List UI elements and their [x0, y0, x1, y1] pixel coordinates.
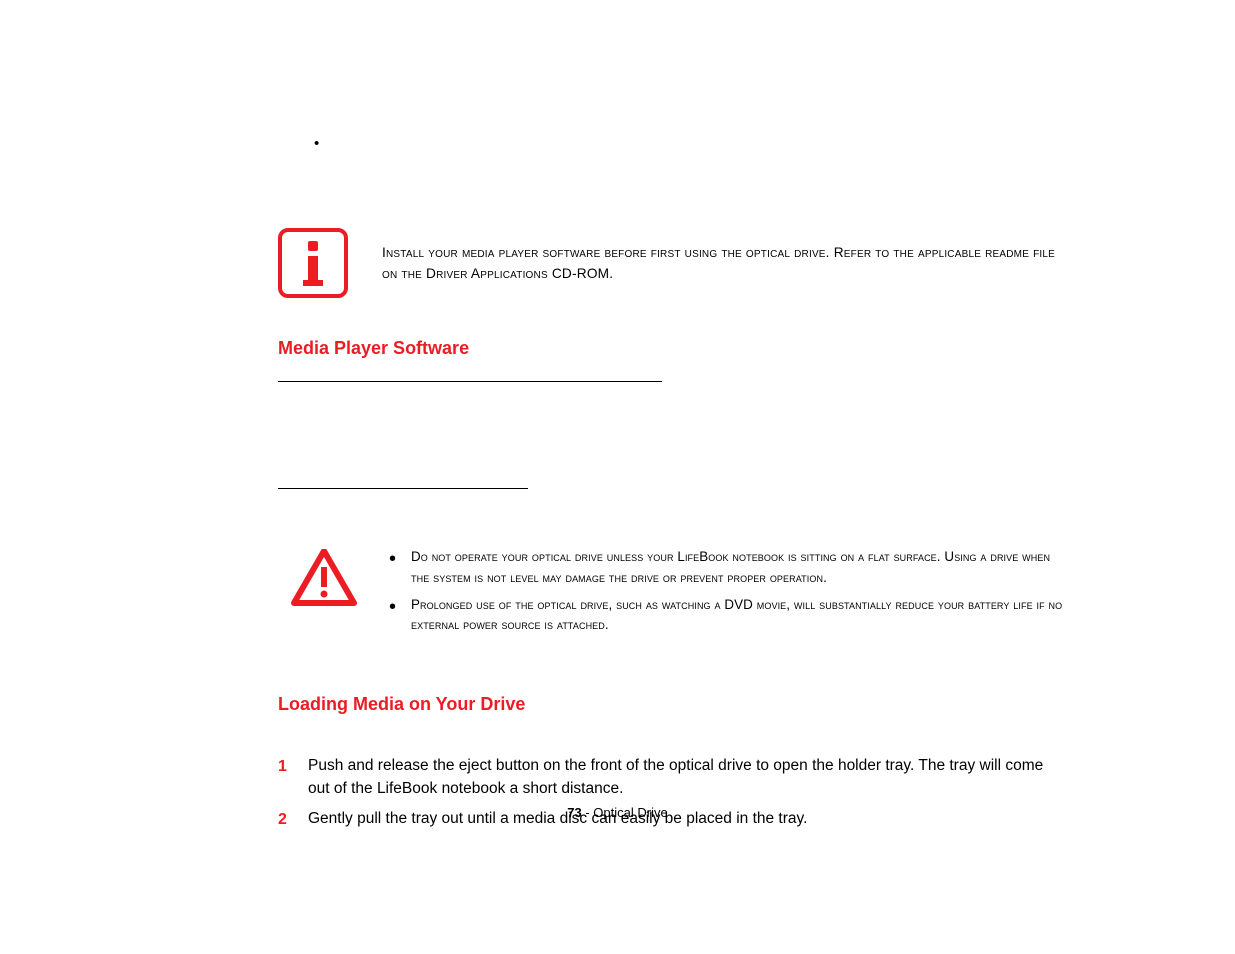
footer-section-title: Optical Drive	[593, 805, 667, 820]
warning-callout: Do not operate your optical drive unless…	[278, 547, 1068, 642]
warning-icon	[291, 549, 357, 607]
heading-media-player-software: Media Player Software	[278, 338, 1068, 359]
warning-list: Do not operate your optical drive unless…	[389, 547, 1068, 642]
footer-separator: -	[582, 805, 594, 820]
list-item: Push and release the eject button on the…	[278, 755, 1068, 800]
horizontal-rule	[278, 488, 528, 489]
heading-loading-media: Loading Media on Your Drive	[278, 694, 1068, 715]
info-callout: Install your media player software befor…	[278, 228, 1068, 298]
page-number: 73	[567, 805, 581, 820]
orphan-bullet: •	[314, 135, 319, 152]
page-footer: 73 - Optical Drive	[0, 805, 1235, 820]
horizontal-rule	[278, 381, 662, 382]
list-item: Prolonged use of the optical drive, such…	[389, 595, 1068, 637]
info-icon	[278, 228, 348, 298]
page-content: • Install your media player software bef…	[278, 0, 1068, 838]
list-item: Do not operate your optical drive unless…	[389, 547, 1068, 589]
info-callout-text: Install your media player software befor…	[382, 242, 1068, 284]
